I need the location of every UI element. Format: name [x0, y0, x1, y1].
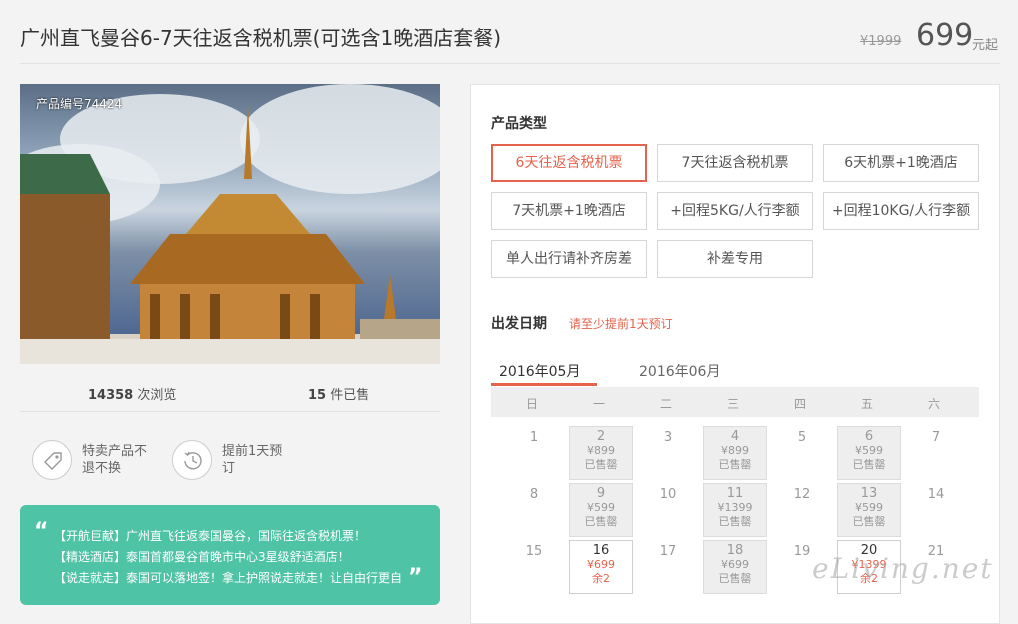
calendar-day: 14 [927, 487, 945, 502]
booking-hint: 请至少提前1天预订 [569, 317, 673, 331]
calendar-day-soldout: 18 ¥699 已售罄 [703, 540, 767, 594]
calendar-day-soldout: 13 ¥599 已售罄 [837, 483, 901, 537]
day-number: 18 [726, 543, 744, 558]
calendar-day: 10 [659, 487, 677, 502]
calendar-day-soldout: 9 ¥599 已售罄 [569, 483, 633, 537]
tab-month-june[interactable]: 2016年06月 [639, 361, 720, 381]
feature-text: 特卖产品不退不换 [82, 444, 148, 476]
day-price: ¥599 [855, 501, 883, 514]
stats-bar: 14358 次浏览 15 件已售 [20, 372, 440, 412]
day-status: 已售罄 [852, 515, 886, 528]
day-status: 余2 [592, 572, 610, 585]
day-status: 已售罄 [584, 458, 618, 471]
departure-title: 出发日期 [491, 316, 547, 332]
calendar-day: 3 [663, 430, 673, 445]
watermark: eLiving.net [812, 552, 994, 585]
day-price: ¥699 [587, 558, 615, 571]
option-10kg-luggage[interactable]: +回程10KG/人行李额 [823, 192, 979, 230]
weekday-label: 六 [927, 397, 940, 411]
weekday-label: 五 [860, 397, 873, 411]
calendar-day: 5 [797, 430, 807, 445]
option-price-difference[interactable]: 补差专用 [657, 240, 813, 278]
day-number: 2 [596, 429, 606, 444]
tag-icon [32, 440, 72, 480]
views-stat: 14358 次浏览 [88, 384, 176, 403]
sold-label: 件已售 [330, 388, 370, 403]
feature-text: 提前1天预订 [222, 444, 283, 476]
temple-illustration [20, 104, 440, 364]
day-price: ¥899 [587, 444, 615, 457]
calendar-day: 7 [931, 430, 941, 445]
day-price: ¥599 [587, 501, 615, 514]
sold-stat: 15 件已售 [308, 384, 369, 403]
page-title: 广州直飞曼谷6-7天往返含税机票(可选含1晚酒店套餐) [20, 26, 501, 50]
promo-line: 【精选酒店】泰国首都曼谷首晚市中心3星级舒适酒店！ [54, 550, 350, 564]
option-5kg-luggage[interactable]: +回程5KG/人行李额 [657, 192, 813, 230]
day-price: ¥699 [721, 558, 749, 571]
calendar-day-soldout: 4 ¥899 已售罄 [703, 426, 767, 480]
current-price: 699 [916, 18, 974, 53]
calendar-day: 8 [529, 487, 539, 502]
day-price: ¥1399 [717, 501, 753, 514]
day-status: 已售罄 [584, 515, 618, 528]
promo-line: 【说走就走】泰国可以落地签！拿上护照说走就走！让自由行更自 [54, 571, 403, 585]
booking-panel: 产品类型 6天往返含税机票 7天往返含税机票 6天机票+1晚酒店 7天机票+1晚… [470, 84, 1000, 624]
product-header: 广州直飞曼谷6-7天往返含税机票(可选含1晚酒店套餐) ¥1999 699 元起 [0, 0, 1018, 64]
day-number: 4 [730, 429, 740, 444]
day-number: 6 [864, 429, 874, 444]
day-status: 已售罄 [852, 458, 886, 471]
calendar-day-soldout: 2 ¥899 已售罄 [569, 426, 633, 480]
calendar-day: 12 [793, 487, 811, 502]
product-photo: 产品编号74424 [20, 84, 440, 364]
views-count: 14358 [88, 388, 134, 403]
weekday-label: 三 [726, 397, 739, 411]
product-type-title: 产品类型 [491, 116, 547, 132]
day-status: 已售罄 [718, 458, 752, 471]
original-price: ¥1999 [860, 34, 902, 49]
divider [20, 63, 1000, 64]
day-status: 已售罄 [718, 572, 752, 585]
option-7day-flight[interactable]: 7天往返含税机票 [657, 144, 813, 182]
option-6day-hotel[interactable]: 6天机票+1晚酒店 [823, 144, 979, 182]
weekday-label: 二 [659, 397, 672, 411]
price-unit: 元起 [972, 38, 999, 53]
weekday-label: 一 [592, 397, 605, 411]
day-price: ¥899 [721, 444, 749, 457]
quote-close-icon: ” [408, 565, 423, 590]
calendar-day-soldout: 6 ¥599 已售罄 [837, 426, 901, 480]
calendar-day: 17 [659, 544, 677, 559]
day-number: 13 [860, 486, 878, 501]
day-price: ¥599 [855, 444, 883, 457]
calendar-day-soldout: 11 ¥1399 已售罄 [703, 483, 767, 537]
sold-count: 15 [308, 388, 327, 403]
option-6day-flight[interactable]: 6天往返含税机票 [491, 144, 647, 182]
weekday-header: 日 一 二 三 四 五 六 [491, 387, 979, 417]
promo-line: 【开航巨献】广州直飞往返泰国曼谷，国际往返含税机票！ [54, 529, 367, 543]
product-code: 产品编号74424 [36, 97, 123, 111]
active-month-underline [491, 383, 597, 386]
tab-month-may[interactable]: 2016年05月 [499, 361, 580, 381]
day-number: 16 [592, 543, 610, 558]
quote-open-icon: “ [34, 519, 49, 544]
option-7day-hotel[interactable]: 7天机票+1晚酒店 [491, 192, 647, 230]
calendar-day-available[interactable]: 16 ¥699 余2 [569, 540, 633, 594]
day-number: 11 [726, 486, 744, 501]
views-label: 次浏览 [137, 388, 177, 403]
weekday-label: 日 [525, 397, 538, 411]
day-number: 9 [596, 486, 606, 501]
day-status: 已售罄 [718, 515, 752, 528]
calendar-day: 15 [525, 544, 543, 559]
option-single-supplement[interactable]: 单人出行请补齐房差 [491, 240, 647, 278]
weekday-label: 四 [793, 397, 806, 411]
promo-box: “ 【开航巨献】广州直飞往返泰国曼谷，国际往返含税机票！ 【精选酒店】泰国首都曼… [20, 505, 440, 605]
history-icon [172, 440, 212, 480]
calendar-day: 1 [529, 430, 539, 445]
